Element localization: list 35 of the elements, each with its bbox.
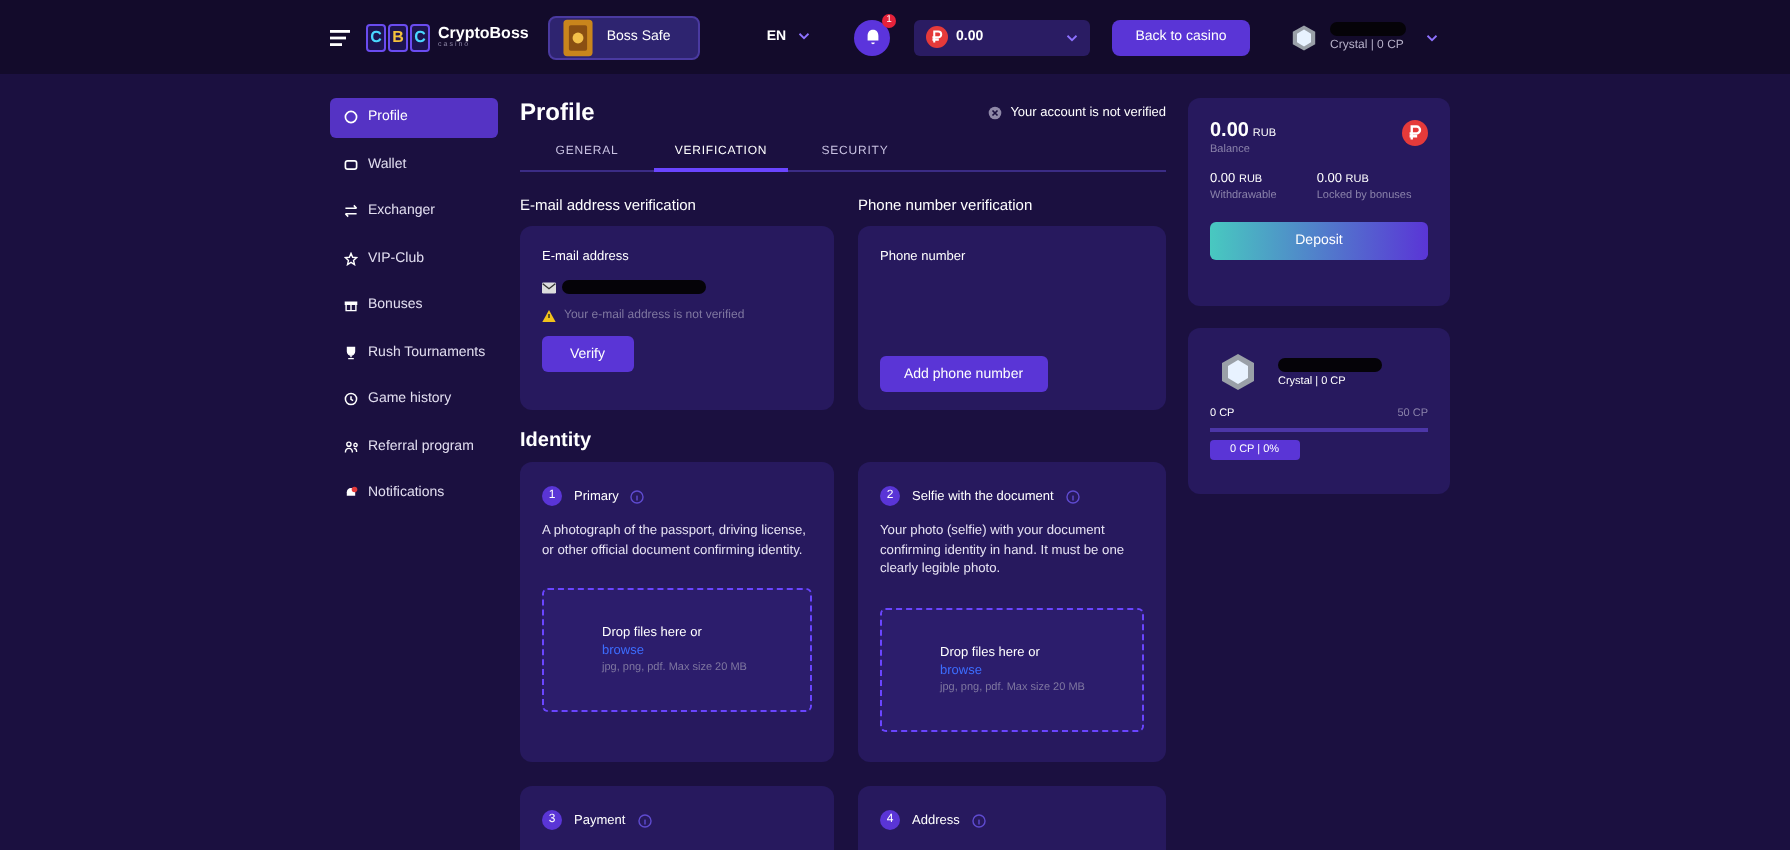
crystal-badge-icon — [1290, 23, 1318, 51]
trophy-icon — [344, 345, 358, 360]
section-heading: Identity — [520, 430, 594, 452]
warning-icon — [542, 310, 556, 322]
bell-icon — [344, 486, 358, 501]
chevron-icon[interactable] — [1426, 33, 1438, 41]
logo-letter: B — [388, 23, 408, 51]
logo-letter: C — [410, 23, 430, 51]
close-circle-icon — [988, 105, 1003, 119]
info-icon[interactable] — [637, 813, 652, 827]
menu-icon[interactable] — [330, 29, 350, 45]
envelope-icon — [542, 281, 556, 293]
logo-name: CryptoBoss — [438, 25, 529, 42]
exchange-icon — [344, 204, 358, 219]
chevron-icon — [1066, 33, 1078, 41]
star-icon — [344, 251, 358, 266]
info-icon[interactable] — [1065, 489, 1080, 503]
ruble-icon — [926, 26, 948, 48]
clock-icon — [344, 392, 358, 407]
ruble-icon — [1402, 120, 1428, 146]
info-icon[interactable] — [971, 813, 986, 827]
user-circle-icon — [344, 110, 358, 125]
redacted-username — [1278, 357, 1382, 371]
redacted-email — [562, 280, 706, 294]
info-icon[interactable] — [630, 489, 645, 503]
page-title: Profile — [520, 98, 595, 126]
wallet-icon — [344, 157, 358, 172]
logo-letter: C — [366, 23, 386, 51]
people-icon — [344, 439, 358, 454]
bell-icon — [863, 28, 881, 46]
redacted-username — [1330, 22, 1406, 36]
gift-icon — [344, 298, 358, 313]
safe-icon — [558, 17, 599, 57]
crystal-badge-icon — [1218, 352, 1258, 392]
chevron-icon — [798, 32, 810, 40]
